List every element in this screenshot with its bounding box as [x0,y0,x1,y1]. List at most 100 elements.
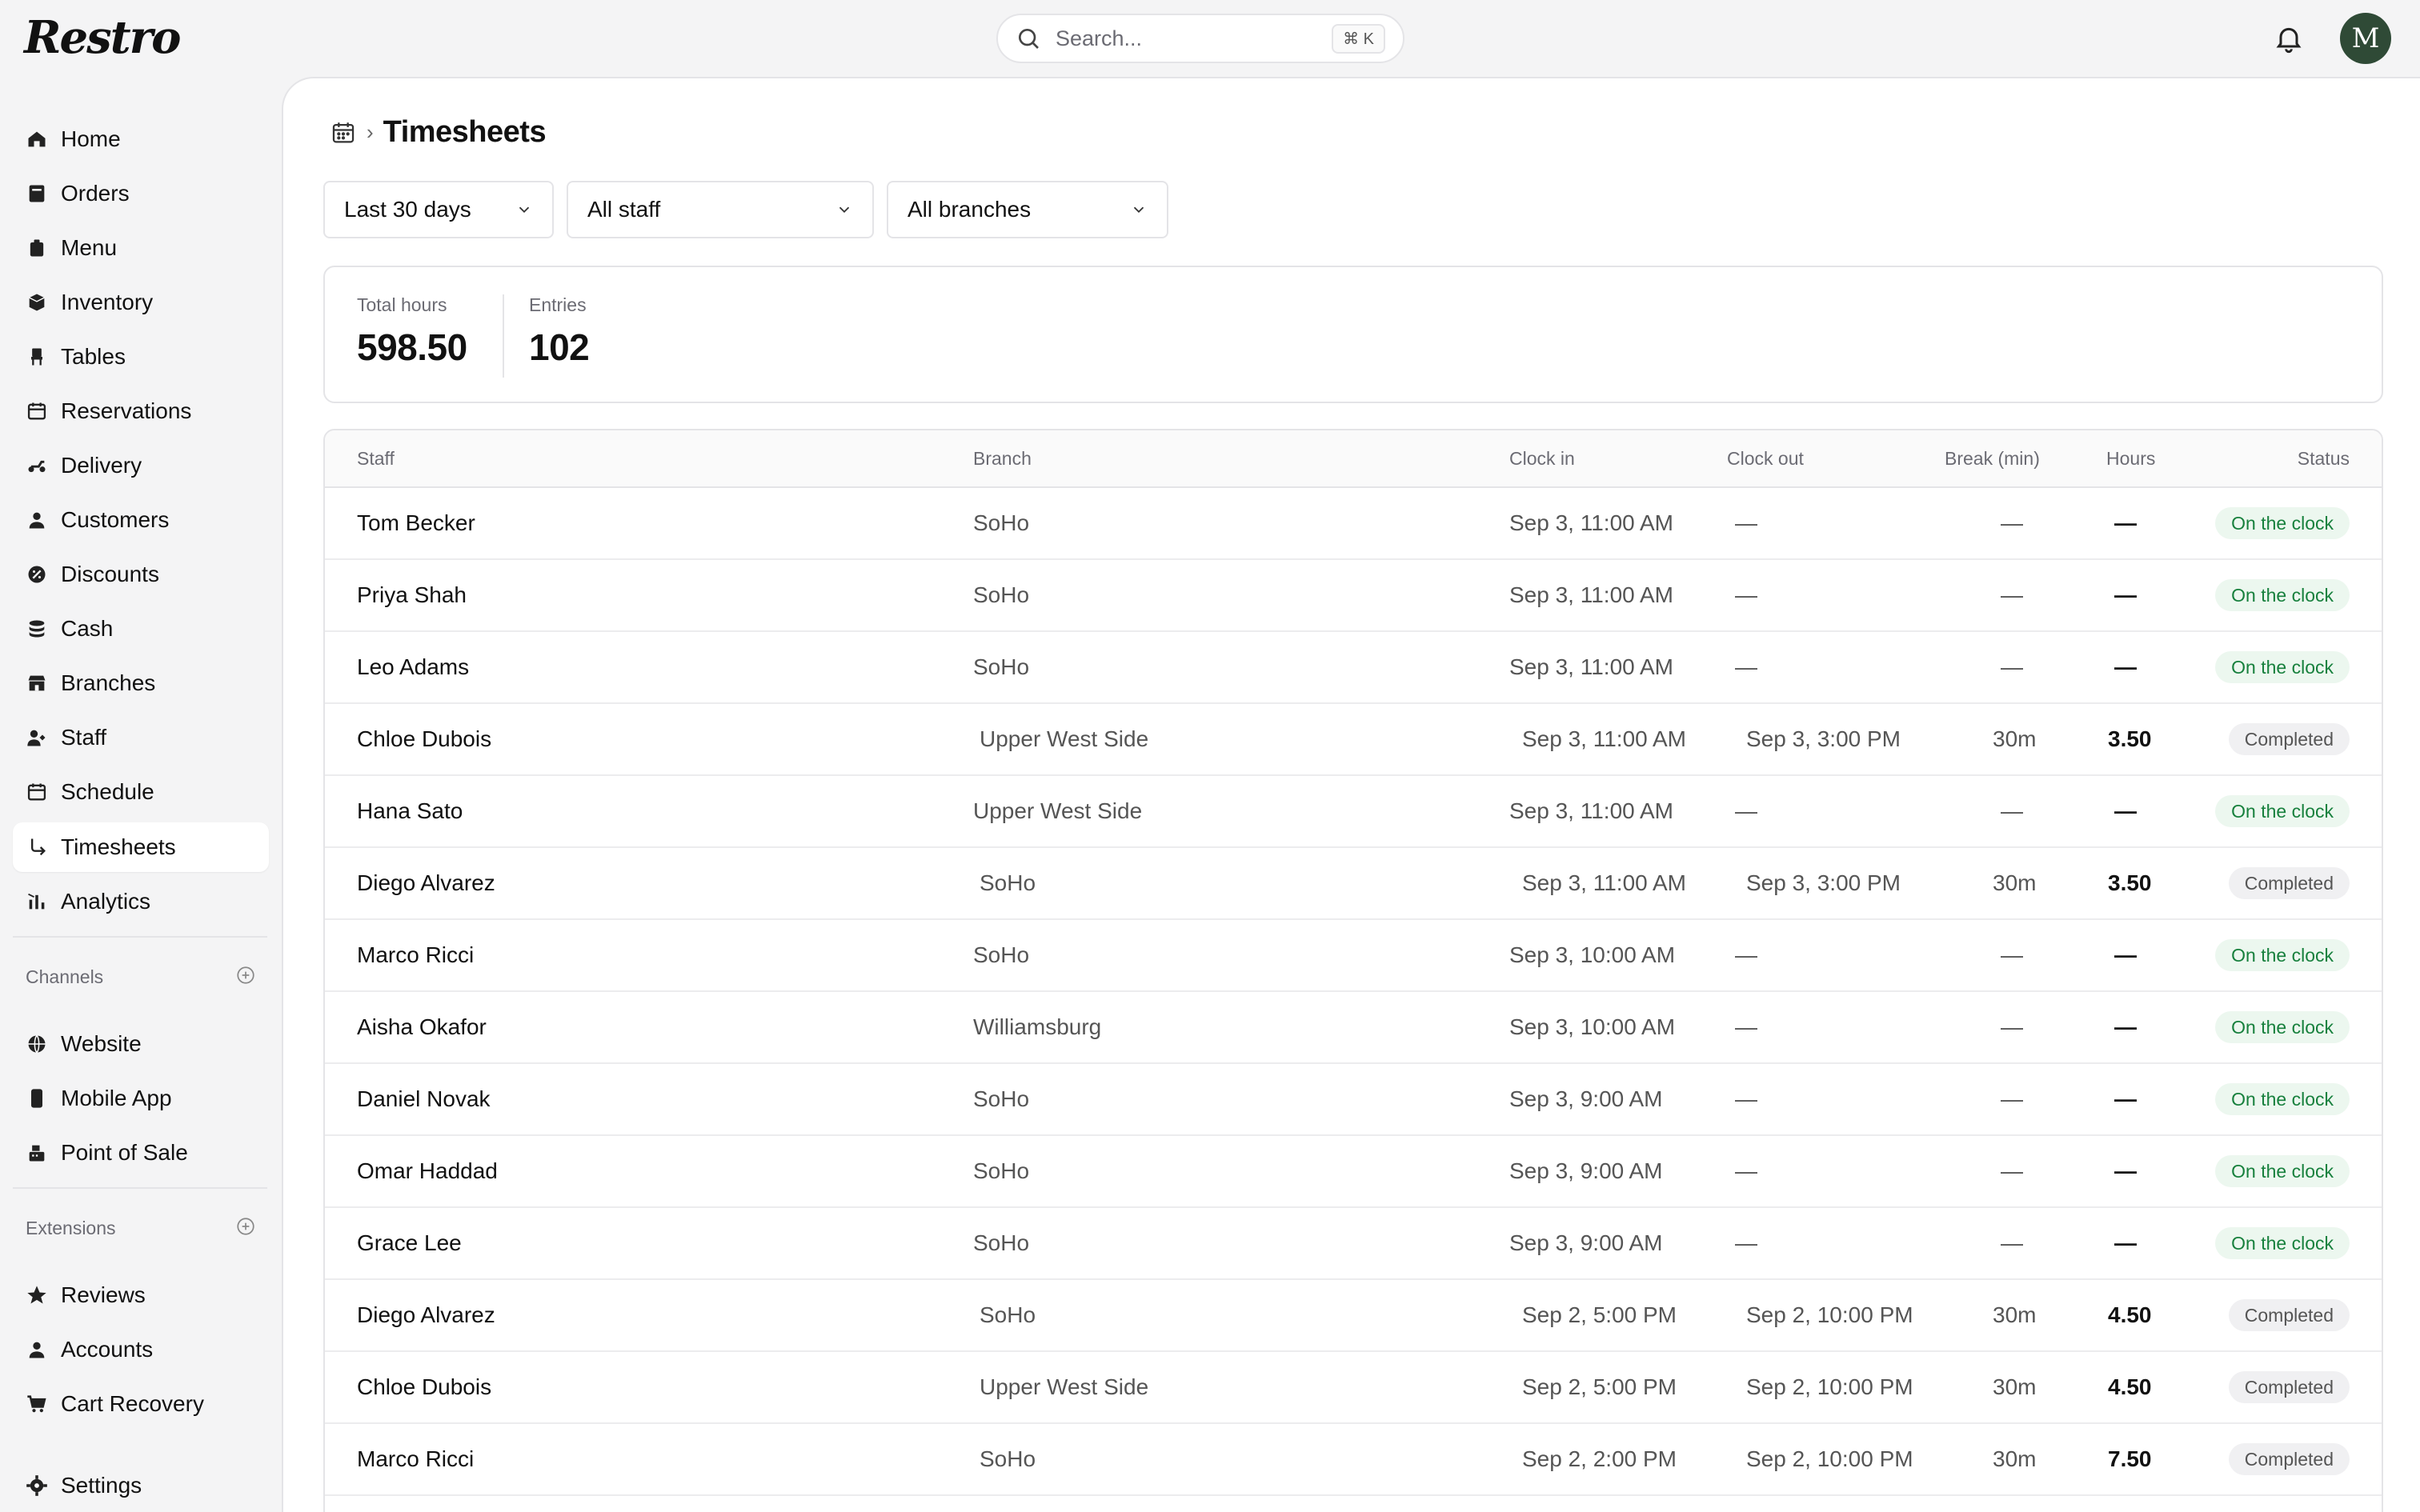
cell-break: — [2001,1086,2023,1111]
cell-clock-out: — [1735,1086,1757,1111]
scooter-icon [28,460,46,473]
bar-chart-icon [28,893,45,910]
sidebar-item-delivery[interactable]: Delivery [13,441,269,490]
date-range-select[interactable]: Last 30 days [323,181,554,238]
sidebar-item-inventory[interactable]: Inventory [13,278,269,327]
table-row[interactable]: Marco Ricci SoHo Sep 2, 2:00 PM Sep 2, 10:0… [325,1424,2382,1496]
sidebar-item-point-of-sale[interactable]: Point of Sale [13,1128,269,1178]
chair-icon [31,348,42,366]
sidebar-item-discounts[interactable]: Discounts [13,550,269,599]
table-row[interactable]: Hana Sato Upper West Side Sep 3, 11:00 AM —… [325,776,2382,848]
cell-staff[interactable]: Diego Alvarez [357,1302,495,1328]
sidebar-item-orders[interactable]: Orders [13,169,269,218]
sidebar-item-label: Reservations [61,398,192,423]
avatar[interactable]: M [2340,13,2391,64]
total-hours-value: 598.50 [357,326,467,368]
cell-clock-in: Sep 3, 10:00 AM [1509,1014,1676,1039]
calendar-icon [27,783,46,801]
table-row[interactable]: Leo Adams SoHo Sep 3, 11:00 AM — — — On the cl… [325,632,2382,704]
status-badge: Completed [2228,1371,2350,1403]
cell-staff[interactable]: Marco Ricci [357,942,474,968]
add-channel-icon[interactable] [235,965,256,986]
app-logo[interactable]: Restro [24,11,181,64]
table-row[interactable]: Omar Haddad SoHo Sep 3, 9:00 AM — — — On the c… [325,1136,2382,1208]
sidebar-item-analytics[interactable]: Analytics [13,877,269,926]
entries-value: 102 [529,326,590,368]
cell-staff[interactable]: Omar Haddad [357,1158,498,1184]
entries-stat: Entries 102 [529,294,590,369]
table-row[interactable]: Grace Lee SoHo Sep 3, 9:00 AM — — — On the clo… [325,1208,2382,1280]
col-break[interactable]: Break (min) [1945,448,2040,470]
sidebar-item-label: Discounts [61,562,159,586]
sidebar-item-settings[interactable]: Settings [13,1461,269,1510]
search-shortcut: ⌘ K [1332,23,1385,54]
cell-clock-out: — [1735,582,1757,607]
table-row[interactable]: Tom Becker SoHo Sep 3, 11:00 AM — — — On the c… [325,488,2382,560]
calendar-icon[interactable] [330,119,357,146]
cell-clock-in: Sep 3, 9:00 AM [1509,1230,1663,1255]
table-row[interactable]: Chloe Dubois Upper West Side Sep 2, 5:00 P… [325,1352,2382,1424]
col-staff[interactable]: Staff [357,448,395,470]
table-row[interactable]: Aisha Okafor Williamsburg Sep 3, 10:00 AM —… [325,992,2382,1064]
cell-staff[interactable]: Hana Sato [357,798,463,824]
sidebar-item-customers[interactable]: Customers [13,495,269,545]
cell-clock-in: Sep 3, 9:00 AM [1509,1086,1663,1111]
cell-branch: Upper West Side [973,798,1143,823]
cell-hours: — [2114,1230,2137,1255]
sidebar-item-tables[interactable]: Tables [13,332,269,382]
table-row[interactable]: Marco Ricci SoHo Sep 3, 10:00 AM — — — On the … [325,920,2382,992]
cell-break: — [2001,1014,2023,1039]
cell-clock-out: Sep 2, 10:00 PM [1746,1446,1913,1471]
table-row[interactable]: Daniel Novak SoHo Sep 3, 9:00 AM — — — On the … [325,1064,2382,1136]
table-row[interactable]: Chloe Dubois Upper West Side Sep 3, 11:00 … [325,704,2382,776]
col-clock-out[interactable]: Clock out [1727,448,1804,470]
breadcrumb-chevron-icon: › [367,120,374,144]
sidebar-item-reviews[interactable]: Reviews [13,1270,269,1320]
sidebar-item-mobile-app[interactable]: Mobile App [13,1074,269,1123]
cell-staff[interactable]: Grace Lee [357,1230,462,1256]
sidebar-item-accounts[interactable]: Accounts [13,1325,269,1374]
cell-branch: SoHo [973,582,1030,607]
sidebar-item-home[interactable]: Home [13,114,269,164]
col-clock-in[interactable]: Clock in [1509,448,1575,470]
col-status[interactable]: Status [2298,448,2350,470]
col-branch[interactable]: Branch [973,448,1032,470]
cell-staff[interactable]: Diego Alvarez [357,870,495,896]
sidebar-item-staff[interactable]: Staff [13,713,269,762]
col-hours[interactable]: Hours [2106,448,2155,470]
sidebar: Home Orders Menu Inventory Tables Reservation… [0,77,282,1512]
sidebar-item-timesheets[interactable]: Timesheets [13,822,269,872]
cell-staff[interactable]: Priya Shah [357,582,467,608]
cell-hours: 4.50 [2108,1374,2152,1399]
branch-select[interactable]: All branches [887,181,1168,238]
search-input[interactable]: Search... ⌘ K [996,14,1404,63]
sidebar-item-schedule[interactable]: Schedule [13,767,269,817]
sidebar-item-cart-recovery[interactable]: Cart Recovery [13,1379,269,1429]
cell-branch: Upper West Side [980,1374,1149,1399]
cell-staff[interactable]: Aisha Okafor [357,1014,487,1040]
register-icon [29,1145,45,1162]
cell-branch: SoHo [973,942,1030,967]
sidebar-item-reservations[interactable]: Reservations [13,386,269,436]
chevron-down-icon [1133,206,1144,214]
chevron-down-icon [839,206,850,214]
staff-select[interactable]: All staff [567,181,874,238]
add-extension-icon[interactable] [235,1216,256,1237]
table-row[interactable]: Diego Alvarez SoHo Sep 3, 11:00 AM Sep 3, 3… [325,848,2382,920]
cell-staff[interactable]: Chloe Dubois [357,726,491,752]
cell-break: 30m [1993,1374,2037,1399]
cell-staff[interactable]: Marco Ricci [357,1446,474,1472]
sidebar-item-website[interactable]: Website [13,1019,269,1069]
cell-clock-out: — [1735,1158,1757,1183]
sidebar-item-label: Settings [61,1473,142,1498]
sidebar-item-cash[interactable]: Cash [13,604,269,654]
bell-icon[interactable] [2273,22,2305,54]
sidebar-item-branches[interactable]: Branches [13,658,269,708]
cell-staff[interactable]: Chloe Dubois [357,1374,491,1400]
cell-staff[interactable]: Tom Becker [357,510,475,536]
table-row[interactable]: Priya Shah SoHo Sep 3, 11:00 AM — — — On the c… [325,560,2382,632]
sidebar-item-menu[interactable]: Menu [13,223,269,273]
cell-staff[interactable]: Leo Adams [357,654,469,680]
cell-staff[interactable]: Daniel Novak [357,1086,491,1112]
table-row[interactable]: Diego Alvarez SoHo Sep 2, 5:00 PM Sep 2, 10… [325,1280,2382,1352]
